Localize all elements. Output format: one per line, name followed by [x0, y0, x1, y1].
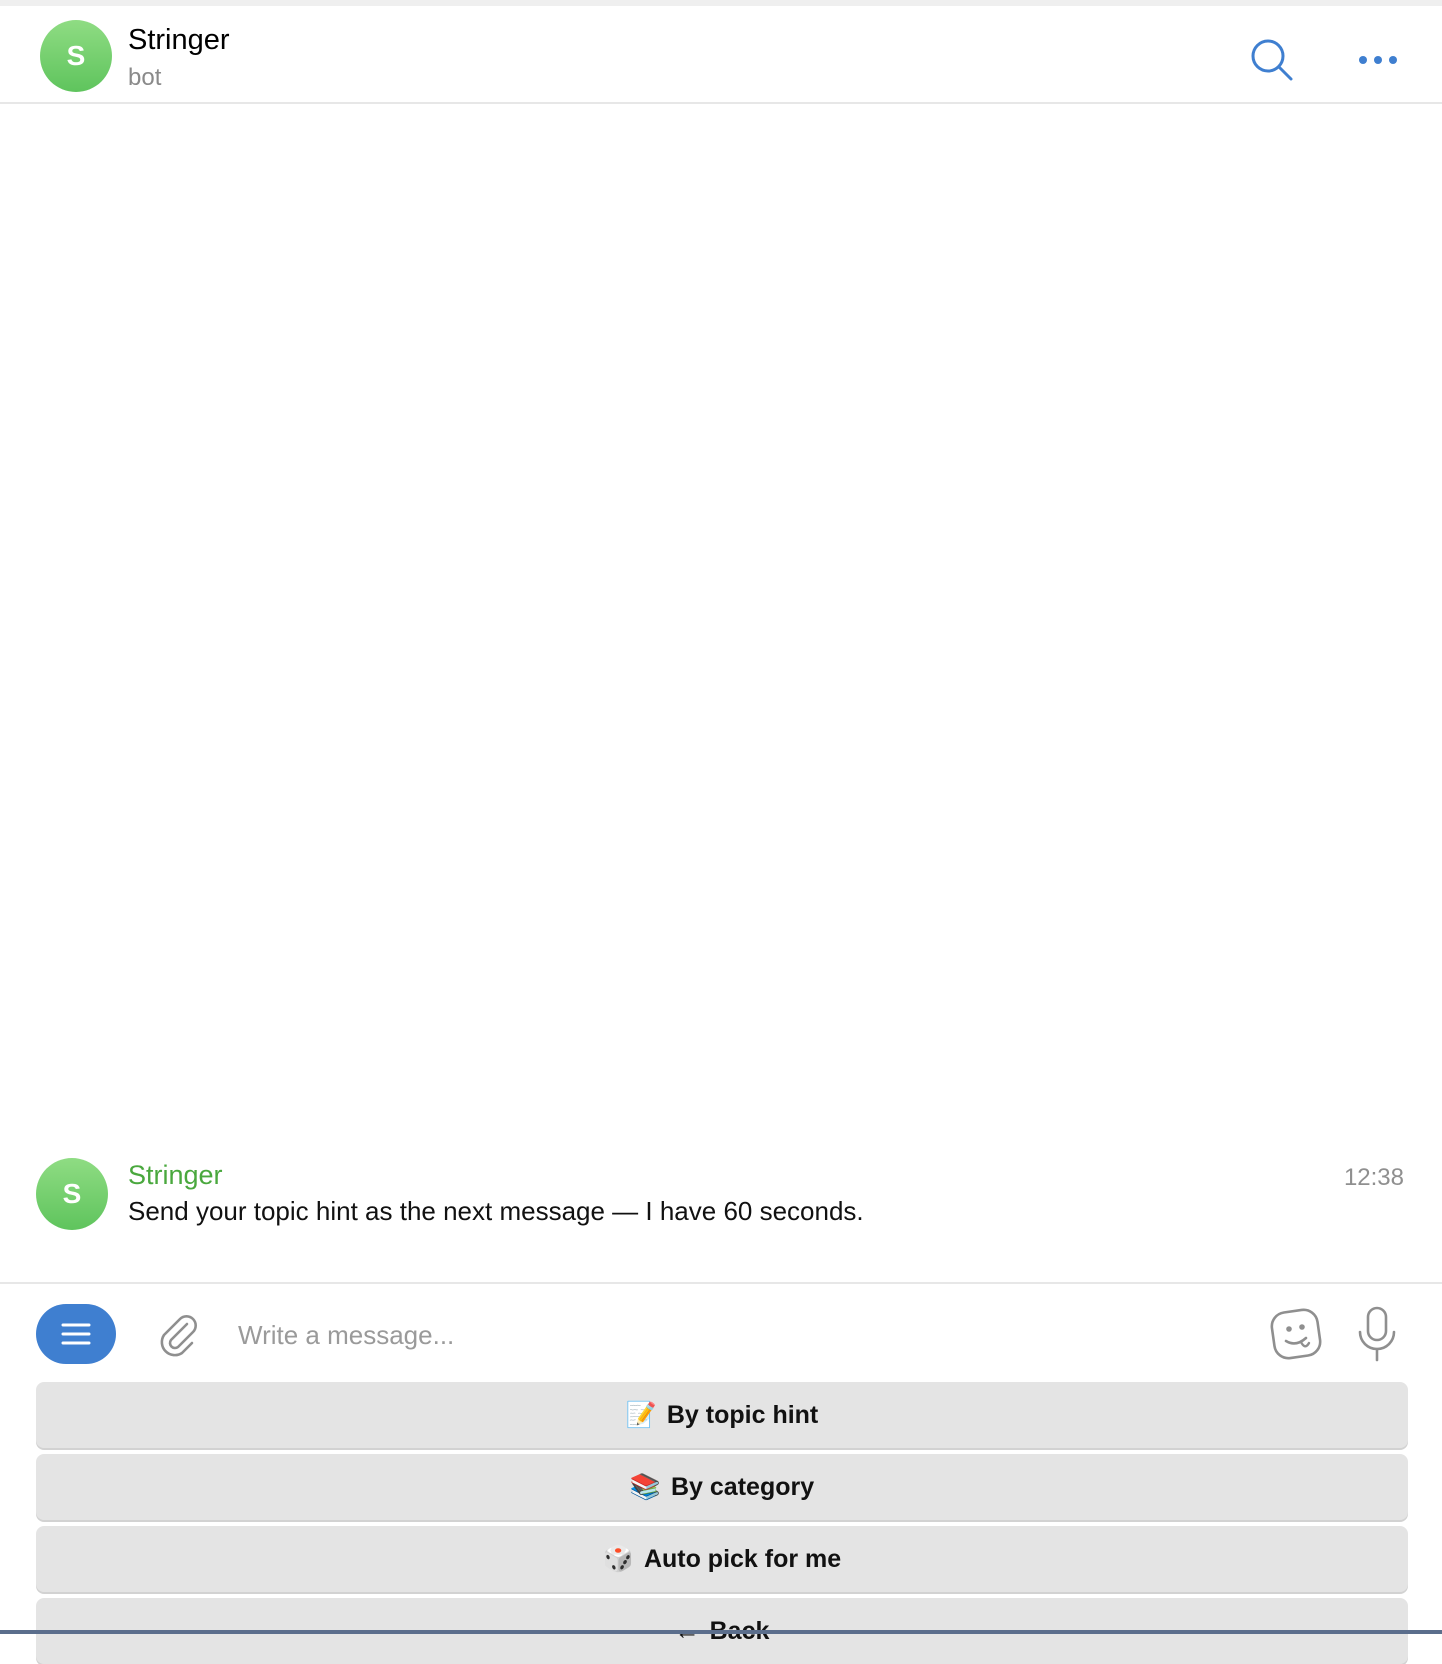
chat-subtitle: bot	[128, 64, 162, 91]
message-author-avatar[interactable]: S	[36, 1158, 108, 1230]
window-bottom-edge	[0, 1630, 1442, 1634]
keyboard-button-label: By category	[671, 1472, 815, 1501]
keyboard-button-label: By topic hint	[666, 1400, 819, 1429]
memo-icon: 📝	[625, 1400, 657, 1429]
attach-button[interactable]	[150, 1306, 206, 1362]
sticker-button[interactable]	[1266, 1304, 1326, 1364]
keyboard-button-auto-pick[interactable]: 🎲 Auto pick for me	[36, 1526, 1408, 1592]
books-icon: 📚	[629, 1472, 661, 1501]
keyboard-button-label: Auto pick for me	[643, 1544, 842, 1573]
message-author[interactable]: Stringer	[128, 1160, 223, 1191]
sticker-icon	[1270, 1308, 1322, 1360]
message-text: Send your topic hint as the next message…	[128, 1196, 864, 1226]
keyboard-button-topic-hint[interactable]: 📝 By topic hint	[36, 1382, 1408, 1448]
chat-title[interactable]: Stringer	[128, 24, 230, 57]
bot-menu-button[interactable]	[36, 1304, 116, 1364]
message-composer	[0, 1282, 1442, 1382]
paperclip-icon	[160, 1315, 197, 1357]
message-item[interactable]: S Stringer Send your topic hint as the n…	[0, 1154, 1442, 1254]
bot-avatar[interactable]: S	[40, 20, 112, 92]
more-horizontal-icon	[1359, 56, 1397, 64]
message-input[interactable]	[236, 1310, 1220, 1360]
message-history[interactable]: S Stringer Send your topic hint as the n…	[0, 104, 1442, 1280]
more-options-button[interactable]	[1350, 40, 1406, 80]
dice-icon: 🎲	[602, 1544, 634, 1573]
message-timestamp: 12:38	[1343, 1164, 1404, 1191]
keyboard-button-category[interactable]: 📚 By category	[36, 1454, 1408, 1520]
reply-keyboard: 📝 By topic hint 📚 By category 🎲 Auto pic…	[0, 1382, 1442, 1664]
microphone-icon	[1358, 1306, 1396, 1362]
chat-header: S Stringer bot	[0, 6, 1442, 104]
menu-icon	[61, 1323, 91, 1345]
search-icon	[1251, 39, 1293, 81]
search-button[interactable]	[1246, 34, 1298, 86]
voice-message-button[interactable]	[1352, 1302, 1402, 1366]
